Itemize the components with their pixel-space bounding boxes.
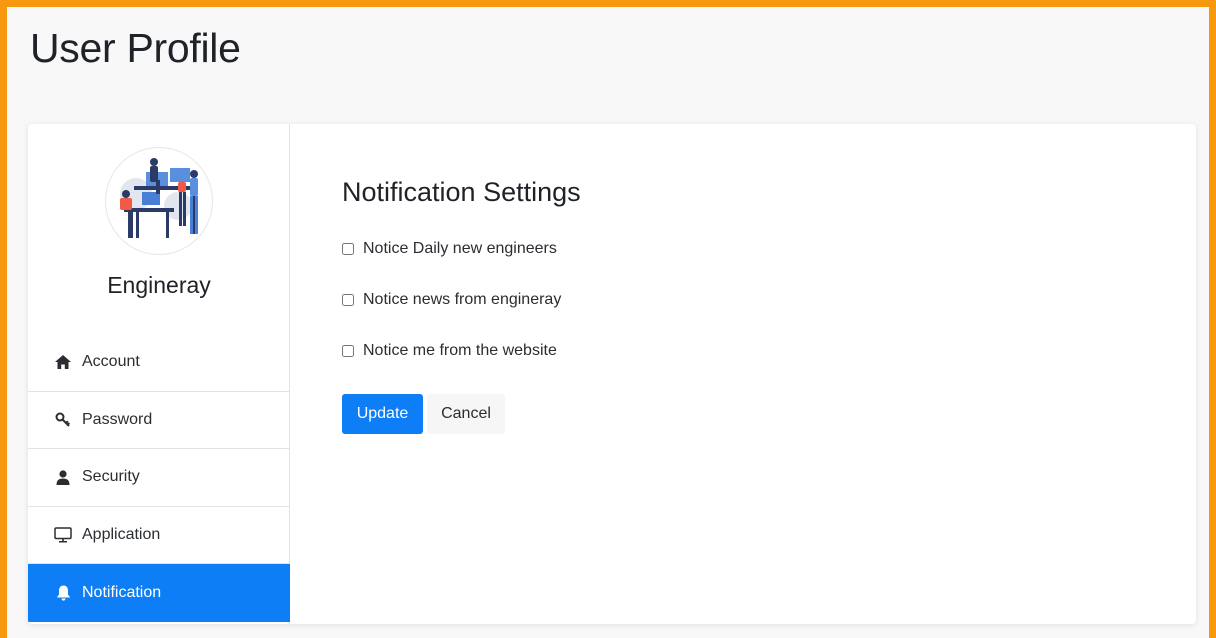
sidebar-item-label: Security: [82, 468, 140, 486]
daily-new-engineers-checkbox[interactable]: [342, 243, 354, 255]
home-icon: [54, 353, 72, 371]
profile-card: Engineray Account Password Security Appl…: [28, 124, 1196, 624]
page-title: User Profile: [30, 25, 241, 71]
sidebar-item-label: Notification: [82, 583, 162, 601]
team-illustration-icon: [106, 148, 212, 254]
avatar: [106, 148, 212, 254]
sidebar-item-password[interactable]: Password: [28, 392, 290, 449]
sidebar: Engineray Account Password Security Appl…: [28, 124, 290, 624]
option-daily-new-engineers[interactable]: Notice Daily new engineers: [342, 240, 557, 258]
main-panel: Notification Settings Notice Daily new e…: [290, 124, 1196, 624]
monitor-icon: [54, 526, 72, 544]
option-news-from-engineray[interactable]: Notice news from engineray: [342, 291, 561, 309]
sidebar-item-label: Application: [82, 525, 161, 543]
notice-from-website-checkbox[interactable]: [342, 345, 354, 357]
sidebar-item-application[interactable]: Application: [28, 507, 290, 564]
profile-name: Engineray: [107, 272, 211, 298]
option-label: Notice news from engineray: [363, 291, 562, 308]
update-button[interactable]: Update: [342, 394, 423, 434]
sidebar-item-label: Password: [82, 410, 153, 428]
bell-icon: [54, 584, 72, 602]
section-title: Notification Settings: [342, 177, 581, 207]
sidebar-item-notification[interactable]: Notification: [28, 564, 290, 622]
sidebar-item-account[interactable]: Account: [28, 334, 290, 392]
user-icon: [54, 468, 72, 486]
option-label: Notice Daily new engineers: [363, 240, 557, 257]
sidebar-item-label: Account: [82, 353, 140, 371]
sidebar-nav: Account Password Security Application No…: [28, 334, 290, 622]
sidebar-item-security[interactable]: Security: [28, 449, 290, 507]
news-from-engineray-checkbox[interactable]: [342, 294, 354, 306]
page-frame: User Profile Engineray Account Password …: [0, 0, 1216, 638]
option-label: Notice me from the website: [363, 342, 557, 359]
key-icon: [54, 411, 72, 429]
cancel-button[interactable]: Cancel: [427, 394, 505, 434]
option-notice-from-website[interactable]: Notice me from the website: [342, 342, 557, 360]
